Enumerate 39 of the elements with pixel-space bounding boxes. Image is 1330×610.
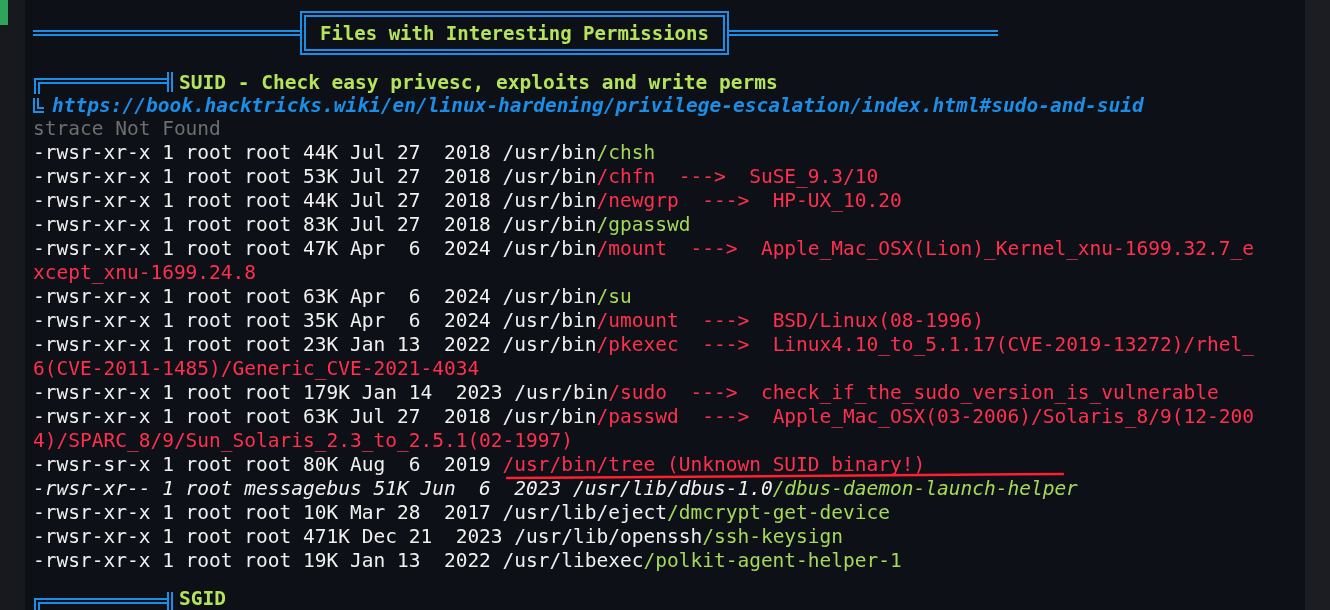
section-title: SGID	[179, 588, 226, 610]
terminal-text: /polkit-agent-helper-1	[643, 548, 902, 572]
terminal-text: -rwsr-xr-x 1 root root 47K Apr 6 2024 /usr/bin	[33, 236, 597, 260]
terminal-text: -rwsr-xr-x 1 root root 179K Jan 14 2023 /usr/bin	[33, 380, 609, 404]
terminal-text: -rwsr-sr-x 1 root root 80K Aug 6 2019	[33, 452, 492, 476]
terminal-text: -rwsr-xr-x 1 root root 63K Jul 27 2018 /usr/bin	[33, 404, 597, 428]
terminal-text: -rwsr-xr-x 1 root root 471K Dec 21 2023 /usr/lib/openssh	[33, 524, 703, 548]
banner-title: Files with Interesting Permissions	[300, 11, 729, 56]
gutter-marker	[0, 0, 8, 25]
terminal-text: /sudo ---> check_if_the_sudo_version_is_vulnerable	[608, 380, 1219, 404]
terminal-text: /ssh-keysign	[702, 524, 844, 548]
terminal-text: -rwsr-xr-x 1 root root 53K Jul 27 2018 /usr/bin	[33, 164, 597, 188]
terminal-text: /mount ---> Apple_Mac_OSX(Lion)_Kernel_xnu-1699.32.7_e	[596, 236, 1254, 260]
terminal-text: /usr/bin/tree (Unknown SUID binary!)	[502, 452, 926, 476]
terminal-text: -rwsr-xr-- 1 root messagebus 51K Jun 6 2023 /usr/lib/dbus-1.0	[33, 476, 773, 500]
terminal-text: /newgrp ---> HP-UX_10.20	[596, 188, 902, 212]
terminal-text: -rwsr-xr-x 1 root root 10K Mar 28 2017 /usr/lib/eject	[33, 500, 667, 524]
terminal-text: /gpasswd	[596, 212, 691, 236]
terminal-text: -rwsr-xr-x 1 root root 19K Jan 13 2022 /usr/libexec	[33, 548, 644, 572]
terminal-text: -rwsr-xr-x 1 root root 44K Jul 27 2018 /usr/bin	[33, 188, 597, 212]
terminal-text: /passwd ---> Apple_Mac_OSX(03-2006)/Solaris_8/9(12-200	[596, 404, 1254, 428]
terminal-text: xcept_xnu-1699.24.8	[33, 260, 257, 284]
terminal-text: -rwsr-xr-x 1 root root 23K Jan 13 2022 /usr/bin	[33, 332, 597, 356]
terminal-text: 4)/SPARC_8/9/Sun_Solaris_2.3_to_2.5.1(02-1997)	[33, 428, 574, 452]
terminal-text: strace Not Found	[33, 116, 221, 140]
terminal-text: -rwsr-xr-x 1 root root 63K Apr 6 2024 /usr/bin	[33, 284, 597, 308]
terminal-text: /chsh	[596, 140, 656, 164]
terminal-text: -rwsr-xr-x 1 root root 44K Jul 27 2018 /usr/bin	[33, 140, 597, 164]
terminal-text: /dmcrypt-get-device	[666, 500, 891, 524]
terminal-text: /pkexec ---> Linux4.10_to_5.1.17(CVE-2019-13272)/rhel_	[596, 332, 1254, 356]
terminal-text: /umount ---> BSD/Linux(08-1996)	[596, 308, 984, 332]
terminal-text: /su	[596, 284, 632, 308]
bracket-corner-icon	[33, 97, 44, 113]
terminal-text: 6(CVE-2011-1485)/Generic_CVE-2021-4034	[33, 356, 480, 380]
terminal-text: /dbus-daemon-launch-helper	[772, 476, 1078, 500]
section-title: SUID - Check easy privesc, exploits and write perms	[179, 71, 778, 94]
terminal-text: /chfn ---> SuSE_9.3/10	[596, 164, 879, 188]
terminal-text: -rwsr-xr-x 1 root root 83K Jul 27 2018 /usr/bin	[33, 212, 597, 236]
terminal-text: -rwsr-xr-x 1 root root 35K Apr 6 2024 /usr/bin	[33, 308, 597, 332]
